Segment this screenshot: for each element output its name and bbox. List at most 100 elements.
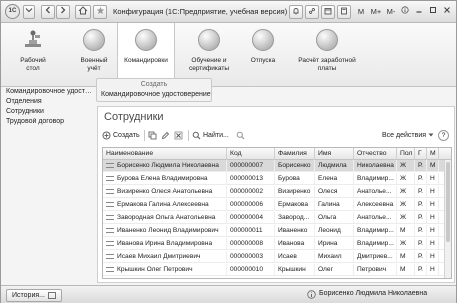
cell-code: 000000003 [227, 251, 275, 262]
cell-g: Р. [415, 212, 427, 223]
section-label: Рабочий стол [20, 57, 46, 72]
calculator-button[interactable] [337, 5, 351, 19]
column-header-name[interactable]: Наименование [103, 148, 227, 160]
form-toolbar: Создать Найти... Все действия ? [102, 129, 450, 143]
all-actions-button[interactable]: Все действия [382, 129, 434, 142]
cell-name: Исаев Михаил Дмитриевич [103, 251, 227, 262]
cell-patronymic: Анатолье... [354, 186, 397, 197]
section-label: Отпуска [250, 57, 276, 64]
catalog-item-icon [106, 227, 114, 233]
nav-item-labor-contract[interactable]: Трудовой договор [6, 118, 92, 125]
toolbar-separator [188, 130, 189, 141]
close-button[interactable] [441, 5, 453, 19]
cancel-search-button[interactable] [236, 129, 247, 142]
table-row[interactable]: Крышкин Олег Петрович 000000010 Крышкин Оле… [103, 264, 446, 276]
table-row[interactable]: Иваненко Леонид Владимирович 000000011 Ива… [103, 225, 446, 237]
actions-panel: Создать Командировочное удостоверение [96, 78, 212, 102]
table-row[interactable]: Борисенко Людмила Николаевна 000000007 Бор… [103, 160, 446, 172]
edit-button[interactable] [161, 129, 172, 142]
section-vacations[interactable]: Отпуска [243, 23, 283, 87]
bell-icon [293, 8, 299, 15]
cell-code: 000000010 [227, 264, 275, 275]
section-desktop[interactable]: Рабочий стол [5, 23, 61, 87]
info-button[interactable] [399, 5, 411, 19]
app-logo[interactable]: 1С [5, 4, 20, 19]
column-header-sex[interactable]: Пол [397, 148, 415, 160]
section-payroll[interactable]: Расчёт заработной платы [287, 23, 367, 87]
pencil-icon [161, 131, 170, 139]
menu-dropdown-button[interactable] [23, 5, 35, 19]
section-label: Командировки [124, 57, 168, 64]
navigation-panel: Командировочное удостоверение Отделения … [1, 88, 94, 284]
section-vacations-icon [252, 29, 274, 51]
cell-sex: Ж [397, 212, 415, 223]
cell-lastname: Визиренко [275, 186, 315, 197]
favorites-button[interactable] [93, 5, 107, 19]
nav-item-trip-certificate[interactable]: Командировочное удостоверение [6, 88, 92, 95]
actions-panel-header: Создать [140, 81, 168, 88]
employees-table[interactable]: Наименование Код Фамилия Имя Отчество По… [102, 147, 452, 279]
home-button[interactable] [75, 5, 91, 19]
column-header-code[interactable]: Код [227, 148, 275, 160]
cell-lastname: Борисенко [275, 160, 315, 171]
table-row[interactable]: Ермакова Галина Алексеевна 000000006 Ермак… [103, 199, 446, 211]
find-button-label: Найти... [203, 132, 229, 139]
scrollbar-thumb[interactable] [446, 162, 450, 242]
calendar-button[interactable] [321, 5, 335, 19]
vertical-scrollbar[interactable] [444, 160, 451, 278]
table-row[interactable]: Бурова Елена Владимировна 000000013 Бурова… [103, 173, 446, 185]
column-header-patronymic[interactable]: Отчество [354, 148, 397, 160]
nav-item-employees[interactable]: Сотрудники [6, 108, 92, 115]
history-icon [48, 292, 56, 299]
cell-m: Н [427, 251, 439, 262]
help-button[interactable]: ? [438, 130, 449, 141]
cell-text: Борисенко Людмила Николаевна [117, 162, 219, 169]
cell-g: Р. [415, 173, 427, 184]
cell-g: Р. [415, 186, 427, 197]
minimize-button[interactable] [413, 5, 425, 19]
nav-item-departments[interactable]: Отделения [6, 98, 92, 105]
link-button[interactable] [305, 5, 319, 19]
section-label: Военный учёт [80, 57, 108, 72]
cell-lastname: Иванова [275, 238, 315, 249]
history-button-label: История... [12, 292, 45, 299]
cell-lastname: Исаев [275, 251, 315, 262]
cell-g: Р. [415, 160, 427, 171]
cell-code: 000000002 [227, 186, 275, 197]
copy-button[interactable] [148, 129, 159, 142]
cell-sex: М [397, 251, 415, 262]
find-button[interactable]: Найти... [192, 129, 229, 142]
cell-name: Иваненко Леонид Владимирович [103, 225, 227, 236]
action-create-trip-certificate[interactable]: Командировочное удостоверение [101, 91, 211, 98]
table-row[interactable]: Иванова Ирина Владимировна 000000008 Ивано… [103, 238, 446, 250]
section-training-icon [198, 29, 220, 51]
cell-sex: Ж [397, 173, 415, 184]
memory-m-button[interactable]: M [355, 5, 367, 19]
notification-button[interactable] [289, 5, 303, 19]
create-button-label: Создать [113, 132, 140, 139]
memory-plus-button[interactable]: M+ [369, 5, 383, 19]
cell-m: М [427, 160, 439, 171]
create-button[interactable]: Создать [102, 129, 140, 142]
history-button[interactable]: История... [6, 289, 62, 302]
cell-code: 000000008 [227, 238, 275, 249]
column-header-lastname[interactable]: Фамилия [275, 148, 315, 160]
cell-m: Н [427, 186, 439, 197]
back-button[interactable] [41, 5, 55, 19]
maximize-button[interactable] [427, 5, 439, 19]
column-header-firstname[interactable]: Имя [315, 148, 354, 160]
column-header-m[interactable]: М [427, 148, 439, 160]
employees-form: Сотрудники Создать Найти... Все действия… [97, 106, 455, 283]
column-header-g[interactable]: Г [415, 148, 427, 160]
memory-minus-button[interactable]: M- [385, 5, 397, 19]
delete-button[interactable] [174, 129, 185, 142]
arrow-right-icon [61, 6, 66, 14]
table-row[interactable]: Завородная Ольга Анатольевна 000000004 Зав… [103, 212, 446, 224]
table-row[interactable]: Исаев Михаил Дмитриевич 000000003 Исаев Мих… [103, 251, 446, 263]
forward-button[interactable] [56, 5, 70, 19]
cell-text: Исаев Михаил Дмитриевич [117, 253, 201, 260]
cell-m: Н [427, 199, 439, 210]
search-icon [192, 131, 201, 140]
section-military-icon [83, 29, 105, 51]
table-row[interactable]: Визиренко Олеся Анатольевна 000000002 Визи… [103, 186, 446, 198]
